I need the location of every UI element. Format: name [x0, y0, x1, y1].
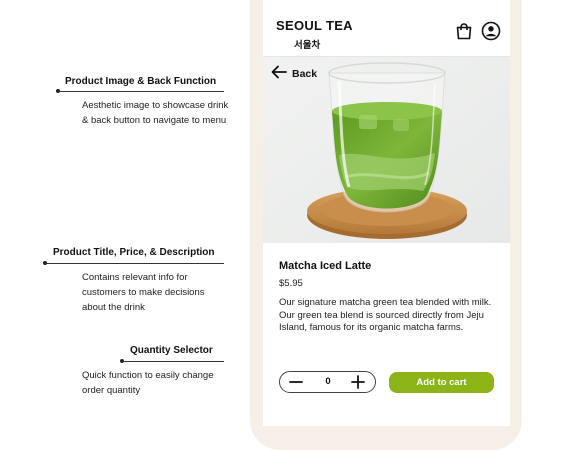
annotation-line — [122, 361, 224, 362]
product-price: $5.95 — [279, 278, 303, 289]
minus-icon[interactable] — [288, 374, 304, 390]
brand-name-korean: 서울차 — [294, 40, 321, 51]
matcha-latte-image — [263, 57, 510, 243]
back-button[interactable]: Back — [271, 65, 317, 82]
annotation-description: Quick function to easily change order qu… — [82, 370, 214, 396]
product-image: Back — [263, 57, 510, 243]
user-circle-icon[interactable] — [480, 20, 502, 42]
app-screen: SEOUL TEA 서울차 Back Matcha Iced Latte $5.… — [263, 0, 510, 426]
arrow-left-icon — [271, 65, 287, 82]
quantity-value[interactable]: 0 — [320, 376, 336, 387]
annotation-title: Product Title, Price, & Description — [53, 247, 215, 258]
annotation-title: Product Image & Back Function — [65, 76, 217, 87]
shopping-bag-icon[interactable] — [453, 20, 475, 42]
annotation-description: Contains relevant info for customers to … — [82, 272, 205, 313]
product-description: Our signature matcha green tea blended w… — [279, 297, 492, 333]
back-label: Back — [292, 67, 318, 80]
annotation-title: Quantity Selector — [130, 345, 213, 356]
plus-icon[interactable] — [350, 374, 366, 390]
add-to-cart-button[interactable]: Add to cart — [389, 372, 494, 393]
product-title: Matcha Iced Latte — [279, 260, 372, 272]
brand-name: SEOUL TEA — [276, 18, 353, 33]
quantity-stepper: 0 — [279, 371, 376, 393]
annotation-line — [45, 263, 224, 264]
annotation-line — [58, 91, 224, 92]
annotation-description: Aesthetic image to showcase drink & back… — [82, 100, 229, 126]
